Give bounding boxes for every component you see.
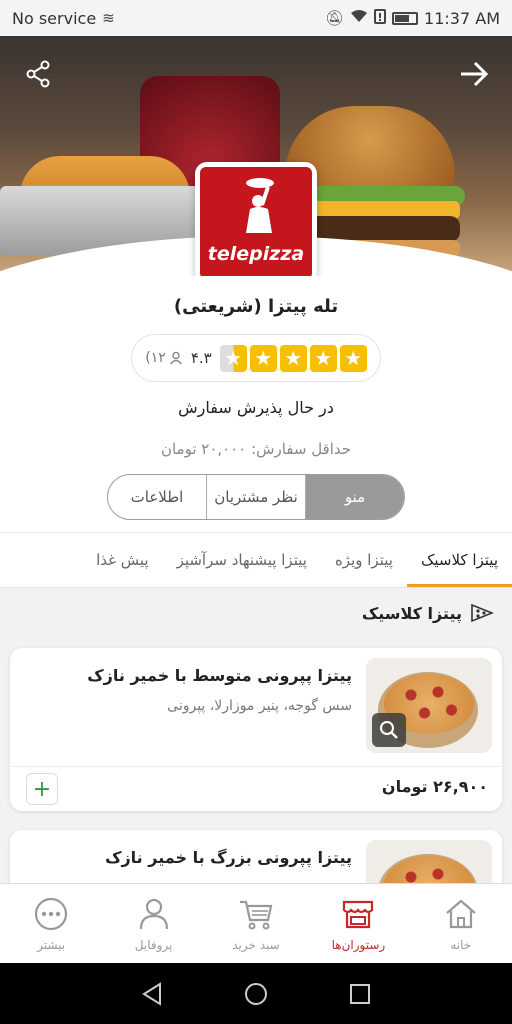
data-saver-icon: ≋ [102,9,115,27]
segment-reviews[interactable]: نظر مشتریان [206,475,305,519]
rating-box[interactable]: (۱۲ ۴.۳ ★ ★ ★ ★ ★ [131,334,381,382]
wifi-icon [350,9,368,27]
nav-home-label: خانه [450,937,472,952]
segment-menu[interactable]: منو [305,475,404,519]
nav-profile-label: پروفایل [134,937,173,952]
logo-text: telepizza [207,243,305,265]
nav-more[interactable]: بیشتر [0,884,102,963]
star-icon: ★ [219,344,247,372]
menu-item-title: پیتزا پپرونی بزرگ با خمیر نازک [105,848,352,867]
mute-icon: 🔕︎ [325,9,345,27]
store-icon [343,900,374,928]
tab-appetizer[interactable]: پیش غذا [82,533,162,587]
plus-icon: + [32,776,52,802]
tab-special-pizza[interactable]: پیتزا ویژه [321,533,407,587]
triangle-back-icon [142,981,161,1006]
star-icon: ★ [339,344,367,372]
zoom-button[interactable] [372,713,406,747]
circle-home-icon [245,982,267,1005]
nav-home[interactable]: خانه [410,884,512,963]
profile-icon [139,898,168,929]
menu-item-title: پیتزا پپرونی متوسط با خمیر نازک [87,666,352,685]
carrier-label: No service [12,8,97,28]
nav-profile[interactable]: پروفایل [102,884,204,963]
segment-info[interactable]: اطلاعات [108,475,206,519]
pizza-chef-icon [246,178,274,233]
arrow-right-icon [461,61,489,87]
info-segmented-control: منو نظر مشتریان اطلاعات [107,474,405,520]
system-recents-button[interactable] [340,974,380,1014]
clock: 11:37 AM [424,8,500,28]
system-back-button[interactable] [132,974,172,1014]
star-icon: ★ [309,344,337,372]
category-tabs: پیتزا کلاسیک پیتزا ویژه پیتزا پیشنهاد سر… [0,532,512,588]
star-icon: ★ [249,344,277,372]
sim-alert-icon [374,8,387,28]
menu-item-footer: ۲۶,۹۰۰ تومان + [10,766,502,811]
nav-restaurants-label: رستوران‌ها [331,937,386,952]
section-title: پیتزا کلاسیک [361,603,462,623]
rating-stars: ★ ★ ★ ★ ★ [219,344,367,372]
rating-value: ۴.۳ [190,349,212,367]
home-icon [446,899,476,928]
nav-cart[interactable]: سبد خرید [205,884,307,963]
menu-item-image[interactable] [366,658,492,753]
tab-classic-pizza[interactable]: پیتزا کلاسیک [406,533,512,587]
order-status: در حال پذیرش سفارش [178,398,334,417]
status-bar: No service ≋ 🔕︎ 11:37 AM [0,0,512,36]
rating-count-value: (۱۲ [145,350,166,366]
restaurant-logo: telepizza [195,162,317,284]
add-to-cart-button[interactable]: + [26,773,58,805]
minimum-order: حداقل سفارش: ۲۰,۰۰۰ تومان [160,440,352,458]
rating-count: (۱۲ [145,350,183,366]
restaurant-info: تله پیتزا (شریعتی) (۱۲ ۴.۳ ★ ★ ★ ★ ★ در … [0,276,512,532]
tab-chef-pizza[interactable]: پیتزا پیشنهاد سرآشپز [163,533,321,587]
back-button[interactable] [458,58,490,90]
section-header: پیتزا کلاسیک [362,602,494,624]
system-home-button[interactable] [236,974,276,1014]
menu-item-price: ۲۶,۹۰۰ تومان [381,777,488,796]
share-icon [26,60,50,88]
square-recents-icon [350,983,370,1004]
more-icon [35,897,68,930]
nav-restaurants[interactable]: رستوران‌ها [307,884,409,963]
nav-cart-label: سبد خرید [232,937,280,952]
menu-item-card[interactable]: پیتزا پپرونی متوسط با خمیر نازک سس گوجه،… [10,648,502,811]
bottom-navigation: خانه رستوران‌ها سبد خرید پروفایل بیشتر [0,883,512,963]
cart-icon [239,900,273,929]
user-icon [169,351,182,365]
restaurant-name: تله پیتزا (شریعتی) [173,296,339,317]
nav-more-label: بیشتر [37,937,66,952]
search-icon [380,721,398,739]
battery-icon [392,11,419,25]
menu-item-description: سس گوجه، پنیر موزارلا، پپرونی [167,698,352,714]
pizza-slice-icon [471,603,494,623]
star-icon: ★ [279,344,307,372]
system-navigation-bar [0,963,512,1024]
share-button[interactable] [22,58,54,90]
